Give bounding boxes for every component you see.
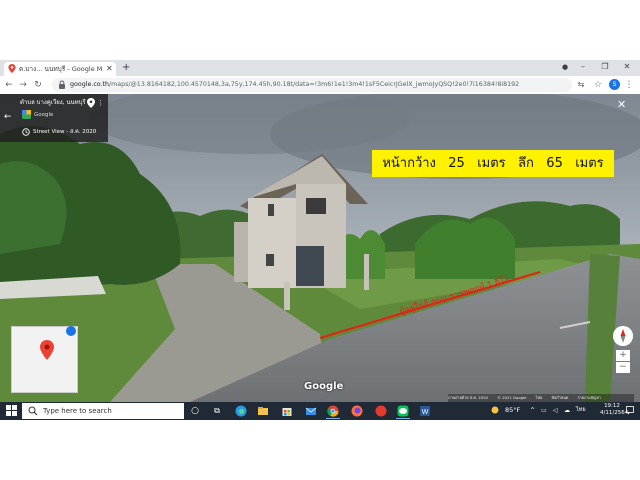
translate-icon[interactable]: ⇆	[576, 78, 586, 92]
pdf-reader-icon[interactable]	[374, 404, 388, 418]
notification-center-icon[interactable]	[626, 406, 634, 415]
back-arrow-icon[interactable]: ←	[4, 112, 12, 122]
file-explorer-icon[interactable]	[256, 404, 270, 418]
url-text[interactable]: google.co.th/maps/@13.8164182,100.457014…	[70, 79, 550, 91]
onedrive-icon[interactable]: ☁	[564, 406, 570, 415]
expand-map-button[interactable]	[66, 326, 76, 336]
store-icon[interactable]	[280, 404, 294, 418]
line-app-icon[interactable]	[396, 404, 410, 418]
clock-time: 19:12	[604, 403, 620, 409]
clock-date: 4/11/2564	[600, 410, 629, 416]
language-icon[interactable]: ไทย	[576, 406, 586, 415]
browser-menu-icon[interactable]: ⋮	[624, 78, 634, 92]
mail-icon[interactable]	[304, 404, 318, 418]
network-icon[interactable]: ▭	[541, 406, 547, 415]
show-hidden-icons-icon[interactable]: ^	[530, 406, 535, 415]
maximize-button[interactable]: ❐	[598, 61, 612, 73]
windows-start-icon[interactable]	[6, 405, 17, 416]
chrome-icon[interactable]	[326, 404, 340, 418]
tab-title: ต.บาง... นนทบุรี - Google M	[19, 65, 103, 73]
tab-close-icon[interactable]: ✕	[106, 63, 113, 74]
zoom-in-button[interactable]: +	[616, 350, 630, 361]
search-icon	[28, 406, 38, 416]
window-close-button[interactable]: ✕	[620, 61, 634, 73]
profile-avatar[interactable]: S	[609, 79, 620, 90]
maps-favicon-icon	[8, 64, 16, 73]
dimension-text: หน้ากว้าง 25 เมตร ลึก 65 เมตร	[382, 156, 604, 171]
svg-text:W: W	[422, 409, 429, 416]
more-options-icon[interactable]: ⋮	[97, 98, 104, 108]
cortana-icon[interactable]: ○	[188, 404, 202, 418]
street-view-date[interactable]: Street View - ส.ค. 2020	[33, 129, 96, 136]
map-marker-icon	[40, 340, 54, 360]
place-title[interactable]: ตำบล บางคูเวียง, นนทบุรี	[20, 99, 86, 107]
lock-icon[interactable]	[58, 80, 66, 89]
active-app-indicator	[396, 418, 410, 419]
footer-language[interactable]: ไทย	[536, 395, 543, 400]
tab-search-icon[interactable]: ●	[558, 61, 572, 73]
close-street-view-icon[interactable]: ✕	[617, 99, 626, 111]
reload-button[interactable]: ↻	[33, 78, 43, 92]
weather-sun-icon[interactable]	[490, 405, 500, 415]
task-view-icon[interactable]: ⧉	[210, 404, 224, 418]
bookmark-star-icon[interactable]: ☆	[593, 78, 603, 92]
new-tab-button[interactable]: +	[122, 62, 130, 73]
footer-terms-link[interactable]: ข้อกำหนด	[552, 395, 569, 400]
location-pin-icon[interactable]	[87, 98, 95, 108]
firefox-icon[interactable]	[350, 404, 364, 418]
street-view-footer: ภาพถ่ายด้วย ส.ค. 2020 © 2021 Google ไทย …	[448, 394, 634, 402]
provider-label: Google	[34, 112, 54, 118]
active-app-indicator	[326, 418, 340, 419]
edge-browser-icon[interactable]	[234, 404, 248, 418]
compass-icon[interactable]	[613, 326, 633, 346]
history-clock-icon[interactable]	[22, 128, 30, 136]
search-placeholder: Type here to search	[43, 407, 112, 415]
footer-report-link[interactable]: รายงานปัญหา	[578, 395, 601, 400]
back-button[interactable]: ←	[4, 78, 14, 92]
google-wordmark: Google	[304, 381, 344, 392]
zoom-out-button[interactable]: −	[616, 362, 630, 373]
url-path: /maps/@13.8164182,100.4570148,3a,75y,174…	[109, 81, 520, 88]
fence-post	[284, 282, 290, 310]
google-maps-logo-icon	[22, 110, 31, 119]
url-host: google.co.th	[70, 81, 109, 88]
word-icon[interactable]: W	[418, 404, 432, 418]
fence-post	[364, 254, 369, 290]
volume-icon[interactable]: ◁	[553, 406, 558, 415]
weather-temperature[interactable]: 85°F	[505, 406, 520, 415]
footer-copyright: © 2021 Google	[497, 395, 527, 400]
footer-capture-date: ภาพถ่ายด้วย ส.ค. 2020	[448, 395, 488, 400]
clock[interactable]: 19:12 4/11/2564	[600, 403, 629, 417]
forward-button[interactable]: →	[18, 78, 28, 92]
minimize-button[interactable]: –	[576, 61, 590, 73]
page: { "browser": { "tab_title": "ต.บาง... นน…	[0, 0, 640, 480]
